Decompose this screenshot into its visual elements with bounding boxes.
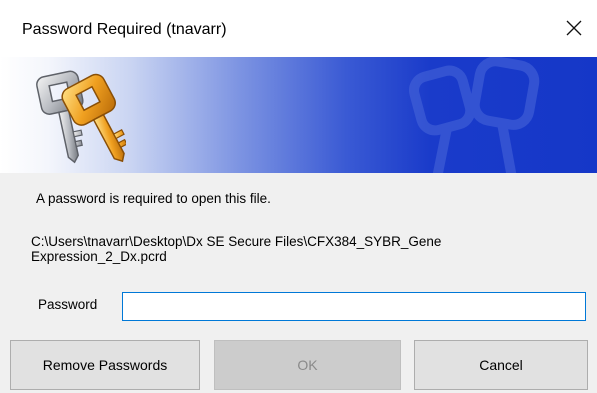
close-icon <box>566 20 582 36</box>
header-banner <box>0 57 597 173</box>
title-bar: Password Required (tnavarr) <box>0 0 597 57</box>
ok-button[interactable]: OK <box>214 340 401 390</box>
password-input[interactable] <box>122 292 586 321</box>
file-path: C:\Users\tnavarr\Desktop\Dx SE Secure Fi… <box>31 234 442 264</box>
password-label: Password <box>38 297 98 312</box>
keys-watermark-icon <box>409 57 540 173</box>
password-required-dialog: Password Required (tnavarr) A password i… <box>0 0 597 393</box>
window-title: Password Required (tnavarr) <box>22 21 227 38</box>
cancel-button[interactable]: Cancel <box>414 340 588 390</box>
close-button[interactable] <box>551 8 597 48</box>
info-message: A password is required to open this file… <box>36 191 271 206</box>
remove-passwords-button[interactable]: Remove Passwords <box>10 340 200 390</box>
keys-icon <box>36 70 126 164</box>
